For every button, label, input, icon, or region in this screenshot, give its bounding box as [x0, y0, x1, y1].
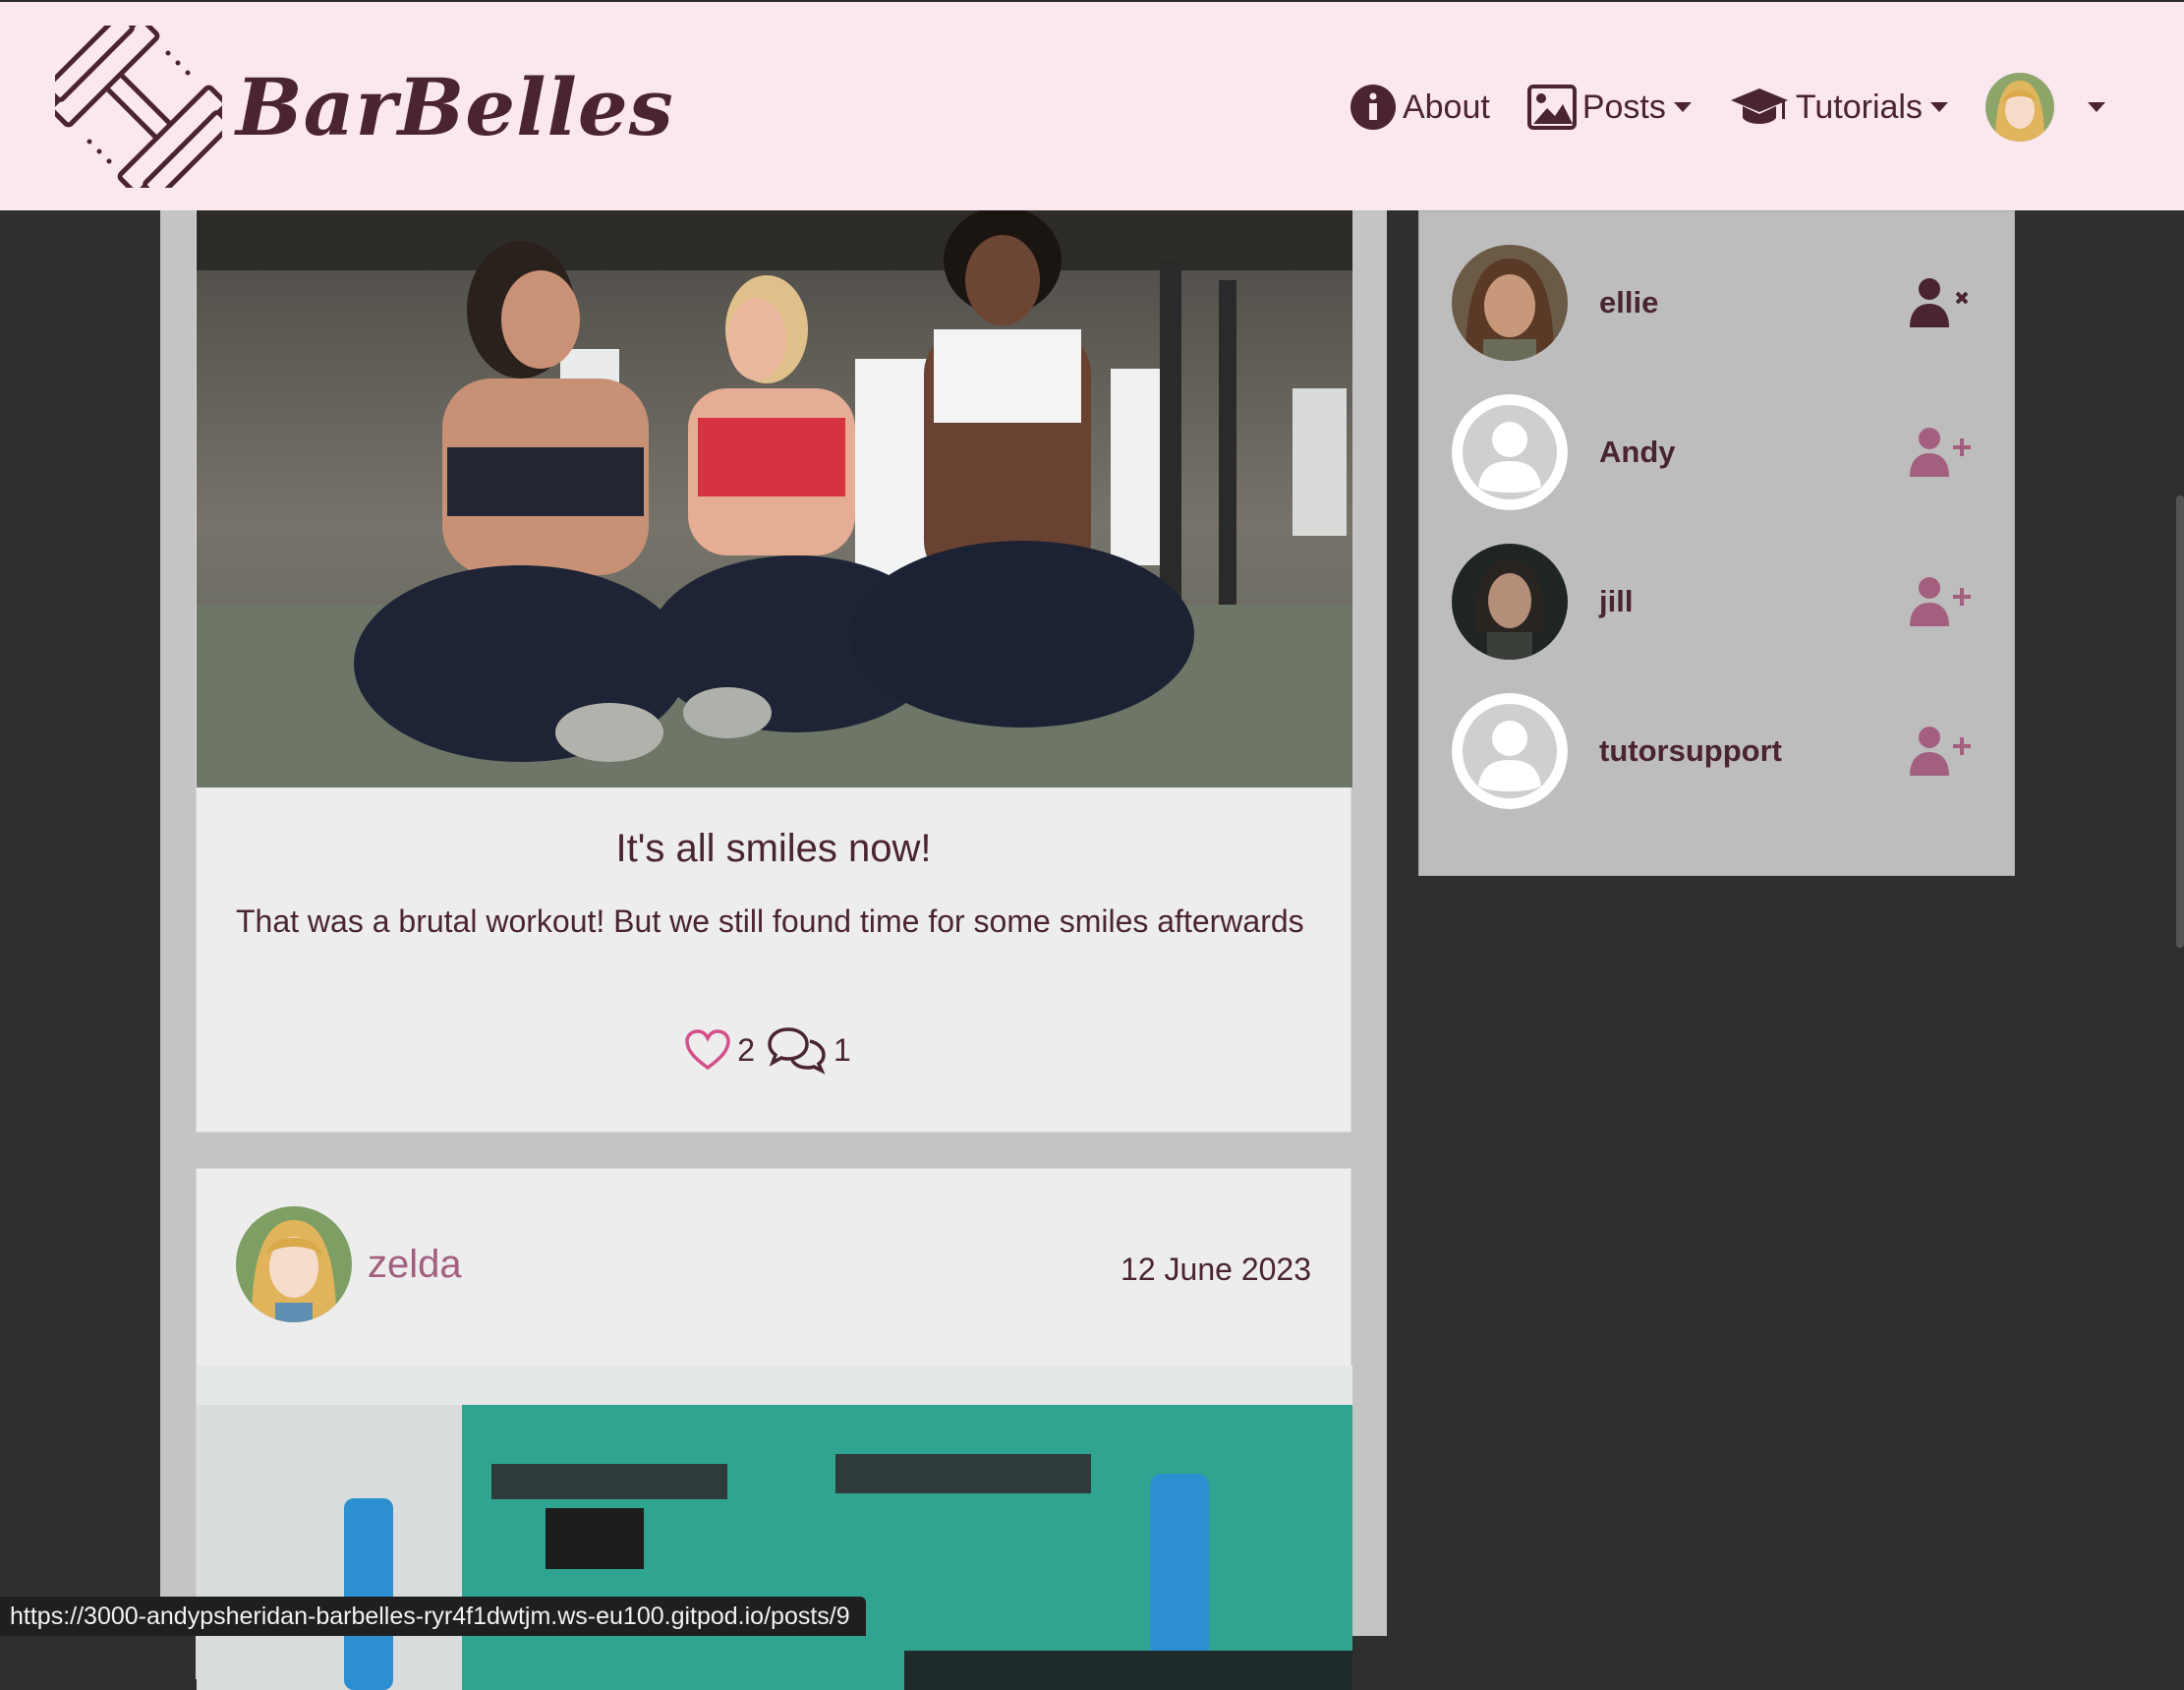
status-url: https://3000-andypsheridan-barbelles-ryr…: [0, 1597, 866, 1636]
brand-name: BarBelles: [236, 60, 674, 153]
post-card: It's all smiles now! That was a brutal w…: [196, 201, 1352, 1133]
posts-column: It's all smiles now! That was a brutal w…: [160, 201, 1387, 1690]
nav-about[interactable]: About: [1350, 84, 1490, 131]
profile-row: Andy: [1452, 394, 1983, 510]
user-menu-dropdown[interactable]: [1985, 73, 2105, 142]
post-stats: 2 1: [197, 1025, 1351, 1075]
post-date: 12 June 2023: [1121, 1252, 1311, 1287]
nav-tutorials-dropdown[interactable]: Tutorials: [1729, 85, 1948, 130]
avatar: [236, 1206, 352, 1322]
heart-icon[interactable]: [684, 1028, 731, 1072]
post-author[interactable]: zelda: [368, 1243, 462, 1287]
avatar[interactable]: [1452, 693, 1568, 809]
nav-tutorials-label: Tutorials: [1795, 87, 1923, 126]
post-title[interactable]: It's all smiles now!: [197, 827, 1351, 871]
nav-about-label: About: [1402, 87, 1490, 126]
chevron-down-icon: [1673, 102, 1692, 112]
graduation-cap-icon: [1730, 88, 1788, 124]
post-image[interactable]: [197, 1366, 1352, 1690]
navbar: BarBelles About Posts Tutorials: [0, 0, 2184, 210]
follow-icon[interactable]: [1908, 426, 1973, 479]
profile-name[interactable]: ellie: [1599, 285, 1658, 321]
avatar[interactable]: [1452, 394, 1568, 510]
profile-row: tutorsupport: [1452, 693, 1983, 809]
avatar[interactable]: [1452, 544, 1568, 660]
post-image[interactable]: [197, 202, 1352, 787]
unfollow-icon[interactable]: [1908, 276, 1973, 329]
nav-posts-label: Posts: [1581, 87, 1666, 126]
avatar: [1985, 73, 2054, 142]
chevron-down-icon: [2088, 102, 2105, 112]
brand-link[interactable]: BarBelles: [55, 26, 674, 188]
scrollbar-thumb[interactable]: [2176, 495, 2184, 948]
nav-posts-dropdown[interactable]: Posts: [1526, 85, 1692, 130]
image-icon: [1526, 85, 1577, 130]
profile-name[interactable]: tutorsupport: [1599, 733, 1782, 769]
profile-row: jill: [1452, 544, 1983, 660]
info-icon: [1350, 85, 1396, 130]
profile-name[interactable]: Andy: [1599, 435, 1676, 470]
follow-icon[interactable]: [1908, 725, 1973, 778]
profile-row: ellie: [1452, 245, 1983, 361]
scrollbar[interactable]: [2176, 210, 2184, 1636]
comments-count: 1: [833, 1031, 851, 1068]
profiles-sidebar: ellie Andy jill tutorsupport: [1418, 210, 2015, 876]
comments-icon[interactable]: [767, 1025, 828, 1075]
post-body: That was a brutal workout! But we still …: [236, 903, 1304, 939]
nav-links: About Posts Tutorials: [1350, 2, 2184, 212]
profile-name[interactable]: jill: [1599, 584, 1633, 619]
avatar[interactable]: [1452, 245, 1568, 361]
follow-icon[interactable]: [1908, 575, 1973, 628]
dumbbell-icon: [55, 26, 222, 188]
chevron-down-icon: [1930, 102, 1948, 112]
post-author-link[interactable]: zelda: [236, 1206, 462, 1322]
likes-count: 2: [737, 1031, 755, 1068]
